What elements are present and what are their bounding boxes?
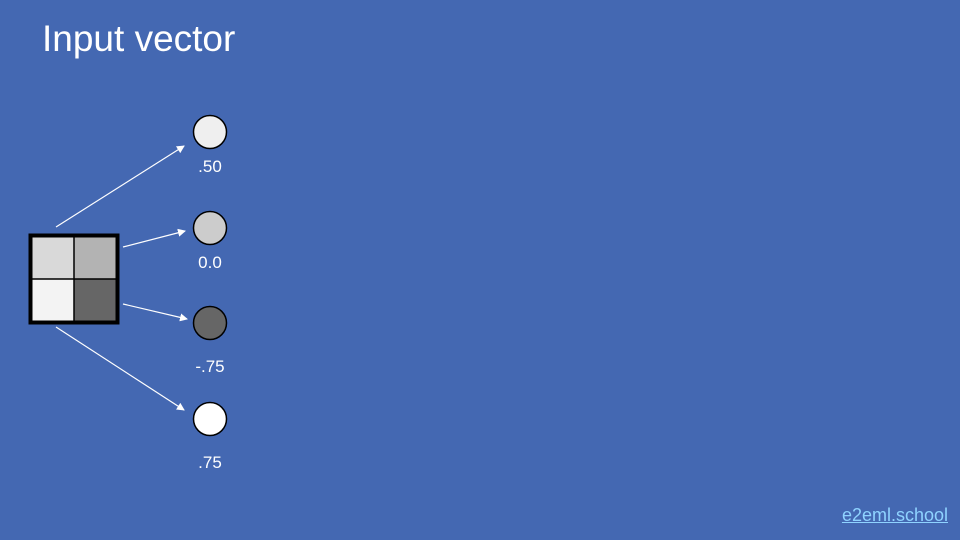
node-value-label-4: .75 bbox=[198, 453, 222, 472]
node-3 bbox=[192, 305, 228, 341]
node-value-label-3: -.75 bbox=[195, 357, 225, 376]
slide: Input vector .50 0.0 -.75 .75 e2eml.scho… bbox=[0, 0, 960, 540]
e2eml-school-link[interactable]: e2eml.school bbox=[842, 504, 948, 526]
grid-cell-bottom-left bbox=[32, 279, 74, 321]
arrow-to-node-2 bbox=[122, 228, 186, 248]
input-pixel-grid bbox=[28, 233, 120, 325]
arrow-to-node-1 bbox=[55, 145, 185, 228]
node-2 bbox=[192, 210, 228, 246]
grid-cell-top-right bbox=[74, 237, 116, 279]
arrow-to-node-4 bbox=[55, 326, 185, 411]
grid-cell-top-left bbox=[32, 237, 74, 279]
grid-cell-bottom-right bbox=[74, 279, 116, 321]
node-value-label-1: .50 bbox=[198, 157, 222, 176]
node-4 bbox=[192, 401, 228, 437]
node-value-label-2: 0.0 bbox=[198, 253, 222, 272]
node-1 bbox=[192, 114, 228, 150]
arrow-to-node-3 bbox=[122, 303, 188, 322]
input-vector-diagram bbox=[28, 114, 228, 437]
